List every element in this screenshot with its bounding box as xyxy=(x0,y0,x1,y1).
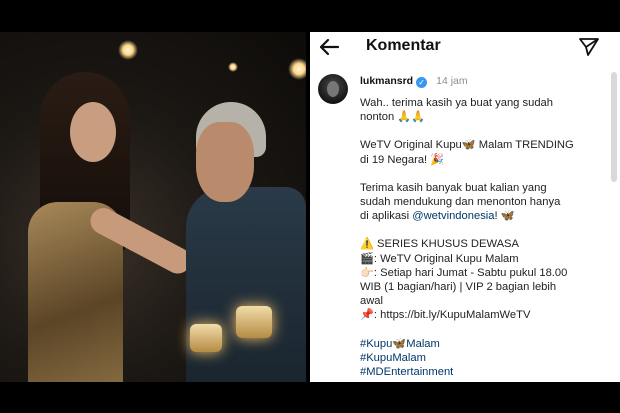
mention-link[interactable]: @wetvindonesia xyxy=(412,210,494,222)
comment-line: 👉🏻: Setiap hari Jumat - Sabtu pukul 18.0… xyxy=(360,266,568,279)
back-arrow-icon[interactable] xyxy=(318,38,340,56)
comment-meta: lukmansrd ✓ 14 jam xyxy=(360,75,468,88)
bokeh-light xyxy=(288,58,306,80)
man-face xyxy=(196,122,254,202)
comment-line: Terima kasih banyak buat kalian yang xyxy=(360,181,547,194)
comment-paragraph: WeTV Original Kupu🦋 Malam TRENDING di 19… xyxy=(360,138,605,166)
woman-face xyxy=(70,102,116,162)
drama-still-image xyxy=(0,32,306,382)
bokeh-light xyxy=(228,62,238,72)
thanks-suffix: ! 🦋 xyxy=(494,210,515,223)
avatar[interactable] xyxy=(318,74,348,104)
comment-line: ⚠️ SERIES KHUSUS DEWASA xyxy=(360,238,519,251)
hashtag-link[interactable]: #KupuMalam xyxy=(360,351,605,365)
comment-line: WeTV Original Kupu🦋 Malam TRENDING xyxy=(360,139,574,152)
scrollbar[interactable] xyxy=(611,72,617,182)
candle-holder xyxy=(236,306,272,338)
comment-line: WIB (1 bagian/hari) | VIP 2 bagian lebih xyxy=(360,281,557,294)
send-icon[interactable] xyxy=(578,37,600,57)
candle-holder xyxy=(190,324,222,352)
username-link[interactable]: lukmansrd xyxy=(360,75,413,87)
comment-line: sudah mendukung dan menonton hanya xyxy=(360,196,561,209)
man-suit xyxy=(186,187,306,382)
comment-line: di aplikasi @wetvindonesia! 🦋 xyxy=(360,209,605,223)
comment-paragraph: Terima kasih banyak buat kalian yang sud… xyxy=(360,181,605,224)
comment-line: nonton 🙏🙏 xyxy=(360,111,426,124)
verified-badge-icon: ✓ xyxy=(416,77,428,88)
comment-line: Wah.. terima kasih ya buat yang sudah xyxy=(360,97,553,109)
thanks-prefix: di aplikasi xyxy=(360,210,413,223)
page-title: Komentar xyxy=(366,37,441,54)
comment-paragraph: ⚠️ SERIES KHUSUS DEWASA 🎬: WeTV Original… xyxy=(360,237,605,322)
comment-line: 🎬: WeTV Original Kupu Malam xyxy=(360,252,519,265)
comment-line: awal xyxy=(360,295,384,308)
comment-time: 14 jam xyxy=(436,75,468,87)
hashtag-link[interactable]: #Kupu🦋Malam xyxy=(360,337,605,351)
comments-screen: Komentar lukmansrd ✓ 14 jam Wah.. terima k… xyxy=(310,32,620,382)
hashtag-link[interactable]: #MDEntertainment xyxy=(360,365,605,379)
comment-body: Wah.. terima kasih ya buat yang sudah no… xyxy=(360,96,605,382)
bokeh-light xyxy=(118,40,138,60)
comment-paragraph: Wah.. terima kasih ya buat yang sudah no… xyxy=(360,96,605,124)
hashtag-list: #Kupu🦋Malam #KupuMalam #MDEntertainment xyxy=(360,337,605,380)
screenshot-frame: Komentar lukmansrd ✓ 14 jam Wah.. terima k… xyxy=(0,0,620,413)
comment-line: 📌: https://bit.ly/KupuMalamWeTV xyxy=(360,309,531,322)
top-bar: Komentar xyxy=(310,32,620,62)
comment-line: di 19 Negara! 🎉 xyxy=(360,153,445,166)
